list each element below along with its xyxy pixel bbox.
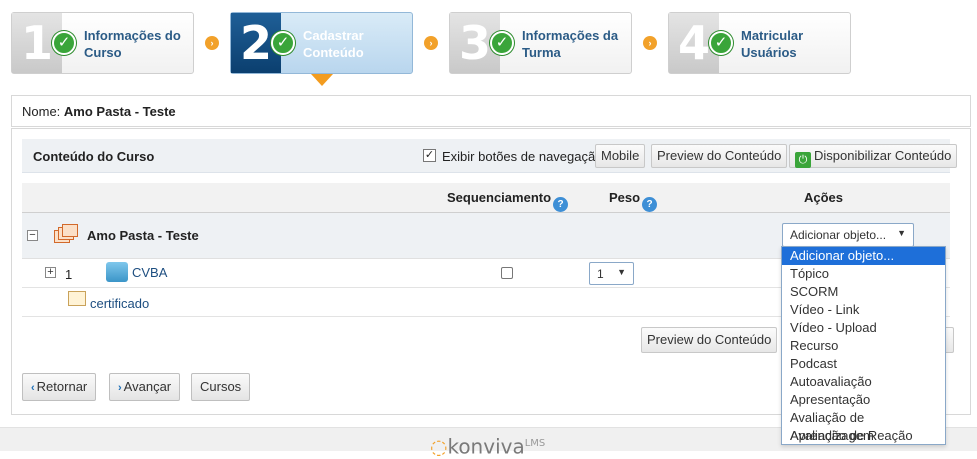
course-name-value: Amo Pasta - Teste — [63, 104, 176, 119]
active-step-pointer — [311, 74, 333, 86]
item-name-link[interactable]: certificado — [90, 296, 149, 311]
certificate-icon — [68, 291, 86, 306]
scorm-package-icon — [106, 262, 128, 282]
dropdown-option[interactable]: Autoavaliação — [782, 373, 945, 391]
check-icon: ✓ — [52, 31, 76, 55]
weight-select[interactable]: 1 ▼ — [589, 262, 634, 285]
dropdown-option[interactable]: Tópico — [782, 265, 945, 283]
chevron-right-icon: › — [205, 36, 219, 50]
step-label: Matricular Usuários — [741, 28, 804, 60]
dropdown-option[interactable]: Avaliação de Reação — [782, 427, 945, 445]
power-icon: ⏻ — [795, 152, 811, 168]
preview-content-button-bottom[interactable]: Preview do Conteúdo — [641, 327, 778, 353]
show-nav-label: Exibir botões de navegação — [442, 149, 603, 164]
show-nav-checkbox[interactable]: ✓ — [423, 149, 436, 162]
content-toolbar: Conteúdo do Curso ✓ Exibir botões de nav… — [22, 139, 958, 173]
wizard-step-2[interactable]: 2 ✓ Cadastrar Conteúdo — [230, 12, 413, 86]
help-icon[interactable]: ? — [642, 197, 658, 212]
step-label: Cadastrar Conteúdo — [303, 28, 364, 60]
header-sequencing: Sequenciamento ? — [447, 190, 569, 212]
item-name-link[interactable]: CVBA — [132, 265, 167, 280]
konviva-logo: ◌konvivaLMS — [430, 434, 546, 459]
dropdown-option[interactable]: Vídeo - Link — [782, 301, 945, 319]
course-name-bar: Nome: Amo Pasta - Teste — [11, 95, 971, 127]
item-order: 1 — [65, 267, 73, 282]
chevron-left-icon: ‹ — [31, 382, 35, 394]
publish-content-button[interactable]: ⏻ Disponibilizar Conteúdo — [789, 144, 958, 168]
expand-toggle[interactable]: + — [45, 267, 56, 278]
header-weight: Peso ? — [609, 190, 658, 212]
wizard-step-3[interactable]: 3 ✓ Informações da Turma — [449, 12, 632, 74]
wizard-step-1[interactable]: 1 ✓ Informações do Curso — [11, 12, 194, 74]
preview-content-button[interactable]: Preview do Conteúdo — [651, 144, 788, 168]
mobile-button[interactable]: Mobile — [595, 144, 646, 168]
sequencing-checkbox[interactable] — [501, 267, 513, 279]
step-label: Informações da Turma — [522, 28, 619, 60]
chevron-right-icon: › — [643, 36, 657, 50]
folder-stack-icon — [54, 223, 78, 245]
check-icon: ✓ — [271, 31, 295, 55]
chevron-down-icon: ▼ — [897, 228, 906, 238]
next-button[interactable]: › Avançar — [109, 373, 181, 401]
courses-button[interactable]: Cursos — [191, 373, 251, 401]
check-icon: ✓ — [709, 31, 733, 55]
root-item-name: Amo Pasta - Teste — [87, 228, 199, 243]
course-name-label: Nome: — [22, 104, 61, 119]
dropdown-option[interactable]: Recurso — [782, 337, 945, 355]
table-header: Sequenciamento ? Peso ? Ações — [22, 183, 950, 213]
step-label: Informações do Curso — [84, 28, 181, 60]
collapse-toggle[interactable]: − — [27, 230, 38, 241]
panel-title: Conteúdo do Curso — [33, 149, 155, 164]
chevron-right-icon: › — [424, 36, 438, 50]
add-object-dropdown[interactable]: Adicionar objeto... Tópico SCORM Vídeo - Li… — [781, 246, 946, 445]
header-actions: Ações — [804, 190, 844, 205]
chevron-right-icon: › — [118, 382, 122, 394]
dropdown-option[interactable]: Podcast — [782, 355, 945, 373]
dropdown-option[interactable]: Apresentação — [782, 391, 945, 409]
check-icon: ✓ — [490, 31, 514, 55]
dropdown-option[interactable]: Avaliação de Aprendizagem — [782, 409, 945, 443]
dropdown-option[interactable]: Adicionar objeto... — [782, 247, 945, 265]
help-icon[interactable]: ? — [553, 197, 569, 212]
wizard-step-4[interactable]: 4 ✓ Matricular Usuários — [668, 12, 851, 74]
back-button[interactable]: ‹ Retornar — [22, 373, 97, 401]
chevron-down-icon: ▼ — [617, 267, 626, 277]
add-object-select[interactable]: Adicionar objeto... ▼ — [782, 223, 914, 247]
dropdown-option[interactable]: SCORM — [782, 283, 945, 301]
dropdown-option[interactable]: Vídeo - Upload — [782, 319, 945, 337]
publish-content-label: Disponibilizar Conteúdo — [814, 148, 952, 163]
